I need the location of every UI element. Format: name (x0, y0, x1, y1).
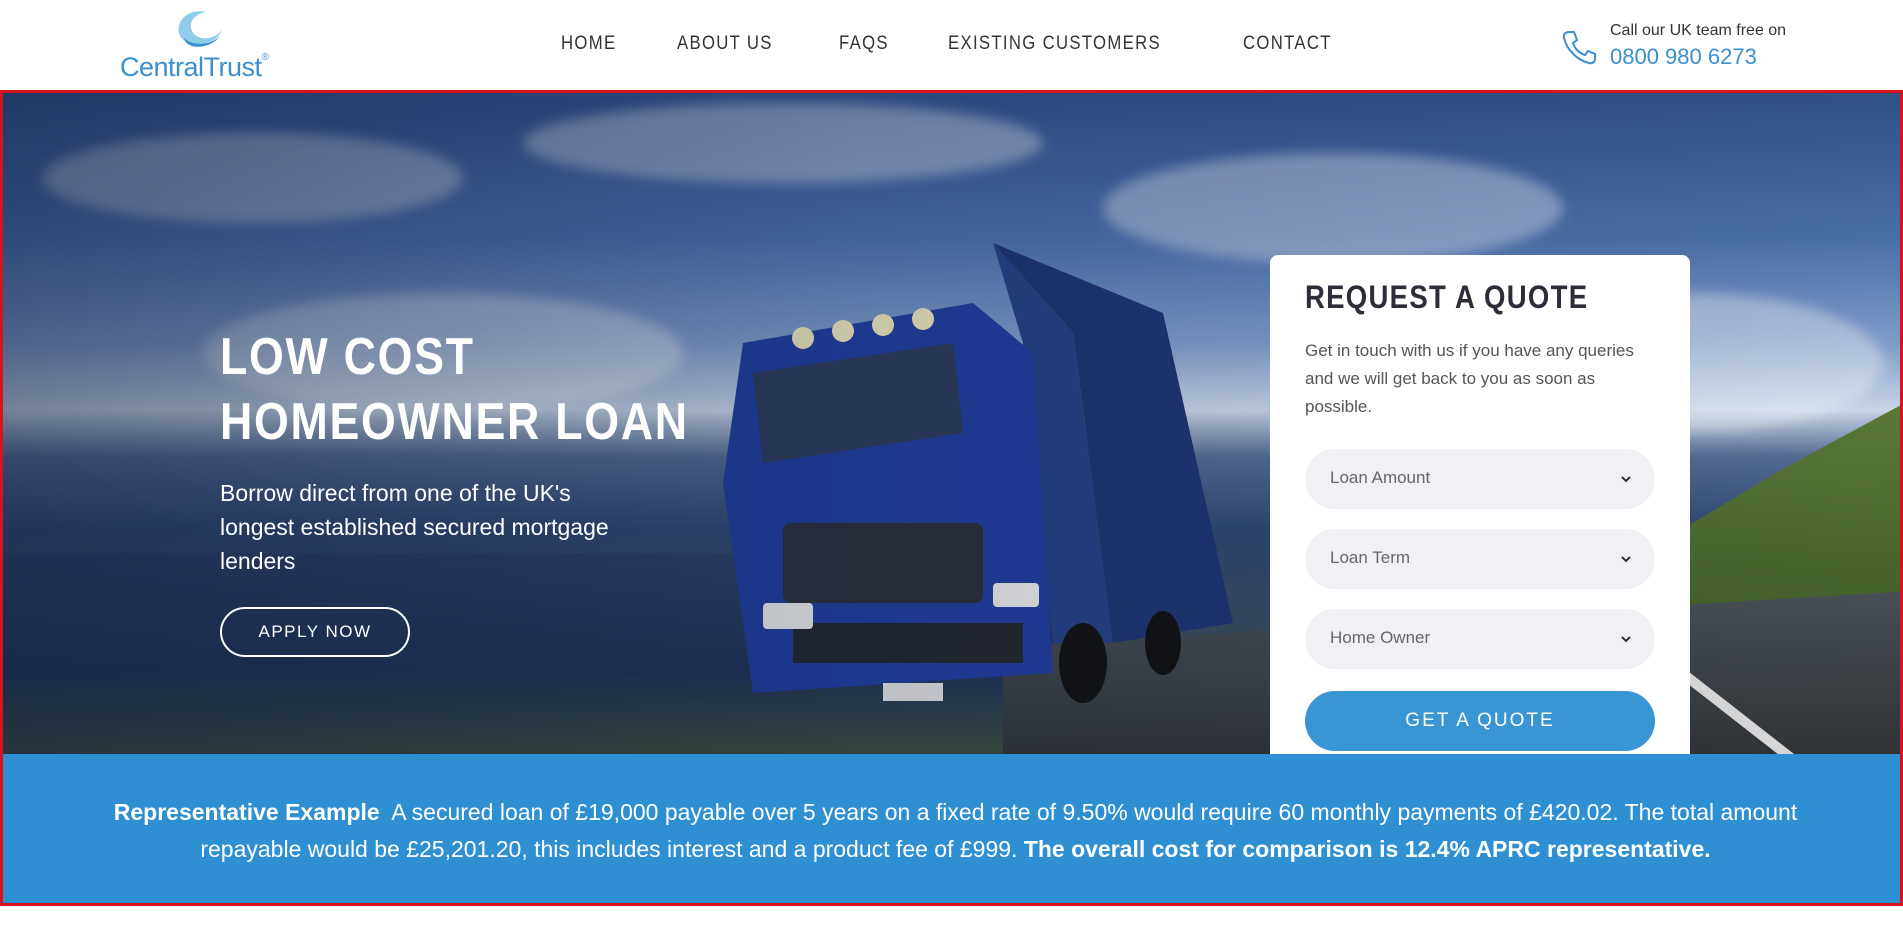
logo[interactable]: CentralTrust® (120, 6, 270, 84)
chevron-down-icon (1621, 556, 1631, 563)
phone-contact[interactable]: Call our UK team free on 0800 980 6273 (1560, 20, 1800, 72)
hero-subtitle: Borrow direct from one of the UK's longe… (220, 480, 609, 574)
crescent-logo-icon (178, 11, 222, 47)
quote-title: REQUEST A QUOTE (1305, 279, 1589, 315)
phone-label: Call our UK team free on (1610, 22, 1787, 39)
chevron-down-icon (1621, 636, 1631, 643)
hero-banner: LOW COST HOMEOWNER LOAN Borrow direct fro… (0, 90, 1903, 754)
representative-example-text: Representative Example A secured loan of… (83, 794, 1828, 868)
phone-number[interactable]: 0800 980 6273 (1610, 44, 1757, 70)
quote-description: Get in touch with us if you have any que… (1305, 341, 1634, 416)
hero-title: LOW COST HOMEOWNER LOAN (220, 328, 689, 451)
loan-amount-select[interactable]: Loan Amount (1305, 449, 1655, 509)
site-header: CentralTrust® HOME ABOUT US FAQS EXISTIN… (0, 0, 1903, 90)
logo-text: CentralTrust® (120, 52, 269, 82)
nav-about-us[interactable]: ABOUT US (677, 33, 773, 57)
nav-contact[interactable]: CONTACT (1243, 33, 1332, 57)
nav-home[interactable]: HOME (561, 33, 616, 57)
select-label: Loan Term (1330, 548, 1411, 567)
apply-now-button[interactable]: APPLY NOW (220, 607, 410, 657)
chevron-down-icon (1621, 476, 1631, 483)
nav-faqs[interactable]: FAQS (839, 33, 889, 57)
phone-icon (1562, 31, 1596, 65)
quote-form-card: REQUEST A QUOTE Get in touch with us if … (1270, 255, 1690, 754)
representative-heading: Representative Example (113, 799, 380, 825)
get-a-quote-button[interactable]: GET A QUOTE (1305, 691, 1655, 751)
page-footer-space (0, 906, 1903, 932)
main-nav: HOME ABOUT US FAQS EXISTING CUSTOMERS CO… (561, 33, 1397, 57)
nav-existing-customers[interactable]: EXISTING CUSTOMERS (948, 33, 1161, 57)
select-label: Home Owner (1330, 628, 1431, 647)
representative-emphasis: The overall cost for comparison is 12.4%… (1023, 836, 1711, 862)
loan-term-select[interactable]: Loan Term (1305, 529, 1655, 589)
select-label: Loan Amount (1330, 468, 1431, 487)
representative-example-band: Representative Example A secured loan of… (0, 754, 1903, 906)
home-owner-select[interactable]: Home Owner (1305, 609, 1655, 669)
